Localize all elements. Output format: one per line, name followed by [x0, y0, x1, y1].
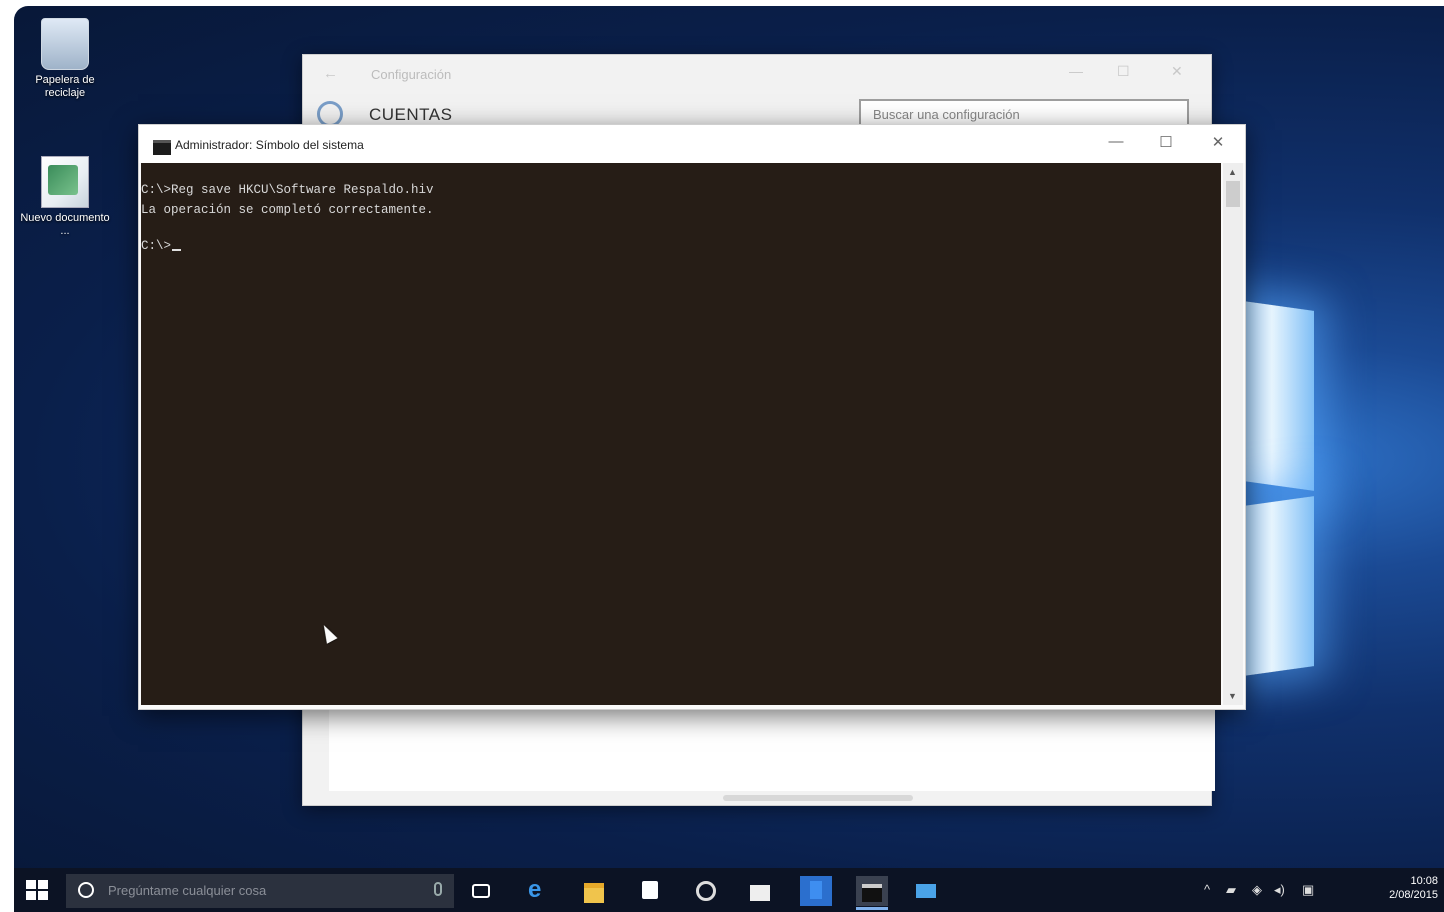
scrollbar-thumb[interactable]	[1226, 181, 1240, 207]
taskbar-search-placeholder: Pregúntame cualquier cosa	[108, 883, 267, 898]
settings-title: Configuración	[371, 67, 452, 82]
cmd-app-icon	[153, 140, 171, 155]
file-explorer-button[interactable]	[578, 876, 610, 906]
cmd-vertical-scrollbar[interactable]: ▲ ▼	[1223, 163, 1243, 705]
shield-icon[interactable]: ◈	[1252, 882, 1262, 898]
scroll-up-arrow-icon[interactable]: ▲	[1228, 167, 1237, 177]
store-button[interactable]	[634, 876, 666, 906]
close-button[interactable]: ✕	[1203, 133, 1233, 151]
edge-button[interactable]: e	[522, 876, 554, 906]
cortana-icon	[78, 882, 94, 898]
store-icon	[642, 881, 658, 899]
desktop: Papelera de reciclaje Nuevo documento ..…	[14, 6, 1444, 912]
folder-icon	[584, 883, 604, 903]
cmd-titlebar[interactable]: Administrador: Símbolo del sistema — ☐ ✕	[139, 125, 1245, 163]
media-player-icon	[696, 881, 716, 901]
desktop-icon-label: Papelera de reciclaje	[35, 74, 95, 99]
photos-icon	[916, 884, 936, 898]
console-prompt: C:\>	[141, 239, 182, 253]
clock-date: 2/08/2015	[1389, 889, 1438, 901]
task-view-button[interactable]	[466, 876, 498, 906]
document-icon	[41, 156, 89, 208]
command-prompt-taskbar-button[interactable]	[856, 876, 888, 910]
start-button[interactable]	[26, 880, 48, 900]
settings-search-input[interactable]: Buscar una configuración	[859, 99, 1189, 127]
app-icon	[810, 881, 822, 899]
clock-time: 10:08	[1410, 875, 1438, 887]
taskbar-search-box[interactable]: Pregúntame cualquier cosa	[66, 874, 454, 908]
desktop-icon-recycle-bin[interactable]: Papelera de reciclaje	[20, 18, 110, 100]
maximize-icon[interactable]: ☐	[1117, 63, 1130, 80]
edge-icon: e	[528, 876, 542, 903]
chevron-up-icon[interactable]: ^	[1204, 882, 1210, 897]
console-line: La operación se completó correctamente.	[141, 203, 434, 217]
cmd-icon	[862, 884, 882, 902]
settings-titlebar: ← Configuración — ☐ ✕	[303, 55, 1211, 93]
windows-logo-wallpaper	[1244, 301, 1334, 686]
media-player-button[interactable]	[690, 876, 722, 906]
cmd-title: Administrador: Símbolo del sistema	[175, 138, 364, 152]
settings-scrollbar[interactable]	[723, 795, 913, 801]
app-button[interactable]	[800, 876, 832, 906]
text-cursor	[172, 249, 182, 251]
clock[interactable]: 10:08 2/08/2015	[1389, 874, 1438, 902]
system-tray: ^ ▰ ◈ ◂) ▣ 10:08 2/08/2015	[1204, 868, 1444, 912]
movies-button[interactable]	[744, 876, 776, 906]
volume-icon[interactable]: ◂)	[1274, 882, 1285, 898]
back-arrow-icon[interactable]: ←	[323, 65, 338, 82]
network-icon[interactable]: ▰	[1226, 882, 1236, 898]
console-line: C:\>Reg save HKCU\Software Respaldo.hiv	[141, 183, 434, 197]
minimize-icon[interactable]: —	[1069, 63, 1083, 79]
close-icon[interactable]: ✕	[1171, 63, 1183, 80]
desktop-icon-label: Nuevo documento ...	[20, 212, 110, 237]
settings-header-label: CUENTAS	[369, 105, 453, 124]
microphone-icon[interactable]	[434, 882, 442, 896]
desktop-icon-new-document[interactable]: Nuevo documento ...	[20, 156, 110, 238]
command-prompt-window: Administrador: Símbolo del sistema — ☐ ✕…	[138, 124, 1246, 710]
taskbar: Pregúntame cualquier cosa e ^ ▰ ◈ ◂) ▣ 1…	[14, 868, 1444, 912]
recycle-bin-icon	[41, 18, 89, 70]
settings-content-area	[329, 705, 1215, 791]
clapperboard-icon	[750, 885, 770, 901]
minimize-button[interactable]: —	[1101, 133, 1131, 150]
task-view-icon	[472, 884, 490, 898]
notification-icon[interactable]: ▣	[1302, 882, 1314, 898]
scroll-down-arrow-icon[interactable]: ▼	[1228, 691, 1237, 701]
maximize-button[interactable]: ☐	[1151, 133, 1181, 151]
photos-button[interactable]	[910, 876, 942, 906]
cmd-console[interactable]: C:\>Reg save HKCU\Software Respaldo.hiv …	[141, 163, 1221, 705]
prompt-text: C:\>	[141, 239, 172, 253]
